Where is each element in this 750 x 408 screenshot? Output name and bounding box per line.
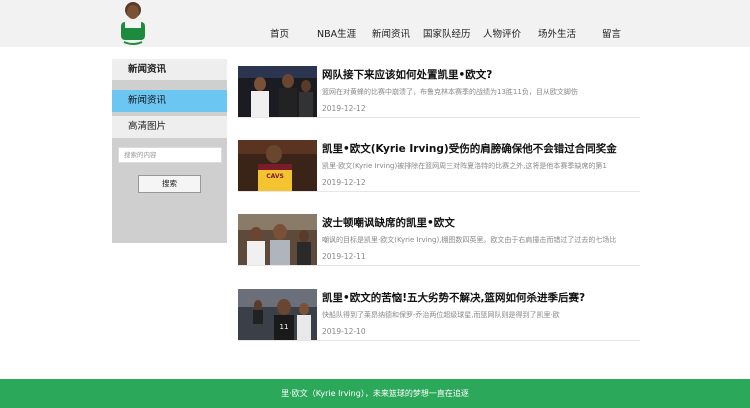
news-item: CAVS 凯里•欧文(Kyrie Irving)受伤的肩膀确保他不会错过合同奖金… <box>238 140 640 192</box>
news-item: 网队接下来应该如何处置凯里•欧文? 篮网在对黄蜂的比赛中崩溃了，布鲁克林本赛季的… <box>238 66 640 118</box>
news-thumbnail[interactable] <box>238 214 317 265</box>
news-thumbnail[interactable]: CAVS <box>238 140 317 191</box>
sidebar-item-hd-images[interactable]: 高清图片 <box>112 116 227 138</box>
news-desc: 嘲讽的目标是凯里·欧文(Kyrie Irving),棚图数四英里。欧文由于右肩撞… <box>322 236 617 244</box>
search-button[interactable]: 搜索 <box>138 175 201 193</box>
site-footer: 里·欧文（Kyrie Irving），未来篮球的梦想一直在追逐 <box>0 379 750 408</box>
sidebar: 新闻资讯 新闻资讯 高清图片 搜索的内容 搜索 <box>112 59 227 243</box>
site-header: ~~ 首页 NBA生涯 新闻资讯 国家队经历 人物评价 场外生活 留言 <box>0 0 750 47</box>
nav-home[interactable]: 首页 <box>270 26 289 40</box>
search-input[interactable]: 搜索的内容 <box>118 147 222 163</box>
nav-national-team[interactable]: 国家队经历 <box>423 26 471 40</box>
news-title[interactable]: 凯里•欧文的苦恼!五大劣势不解决,篮网如何杀进季后赛? <box>322 290 585 305</box>
svg-text:11: 11 <box>280 323 289 331</box>
nav-guestbook[interactable]: 留言 <box>602 26 621 40</box>
svg-text:~~: ~~ <box>128 35 138 42</box>
footer-text: 里·欧文（Kyrie Irving），未来篮球的梦想一直在追逐 <box>281 389 469 398</box>
news-desc: 凯里·欧文(Kyrie Irving)被排除在篮网周三对阵夏洛特的比赛之外,这将… <box>322 162 607 170</box>
news-date: 2019-12-10 <box>322 327 366 336</box>
news-desc: 篮网在对黄蜂的比赛中崩溃了，布鲁克林本赛季的战绩为13胜11负，目从欧文脚伤 <box>322 88 578 96</box>
news-thumbnail[interactable]: 11 <box>238 289 317 340</box>
news-desc: 快船队得到了莱昂纳德和保罗·乔治两位超级球星,而篮网队则是得到了凯里·欧 <box>322 311 560 319</box>
nav-reviews[interactable]: 人物评价 <box>483 26 521 40</box>
sidebar-title: 新闻资讯 <box>112 59 227 80</box>
nav-nba-career[interactable]: NBA生涯 <box>317 26 356 40</box>
svg-text:CAVS: CAVS <box>266 173 284 180</box>
sidebar-item-news[interactable]: 新闻资讯 <box>112 90 227 112</box>
news-thumbnail[interactable] <box>238 66 317 117</box>
nav-news[interactable]: 新闻资讯 <box>372 26 410 40</box>
news-item: 波士顿嘲讽缺席的凯里•欧文 嘲讽的目标是凯里·欧文(Kyrie Irving),… <box>238 214 640 266</box>
player-logo[interactable]: ~~ <box>112 0 154 47</box>
news-item: 11 凯里•欧文的苦恼!五大劣势不解决,篮网如何杀进季后赛? 快船队得到了莱昂纳… <box>238 289 640 341</box>
news-date: 2019-12-12 <box>322 178 366 187</box>
news-date: 2019-12-11 <box>322 252 366 261</box>
news-date: 2019-12-12 <box>322 104 366 113</box>
nav-off-court[interactable]: 场外生活 <box>538 26 576 40</box>
news-title[interactable]: 波士顿嘲讽缺席的凯里•欧文 <box>322 215 455 230</box>
news-title[interactable]: 凯里•欧文(Kyrie Irving)受伤的肩膀确保他不会错过合同奖金 <box>322 141 617 156</box>
news-title[interactable]: 网队接下来应该如何处置凯里•欧文? <box>322 67 492 82</box>
